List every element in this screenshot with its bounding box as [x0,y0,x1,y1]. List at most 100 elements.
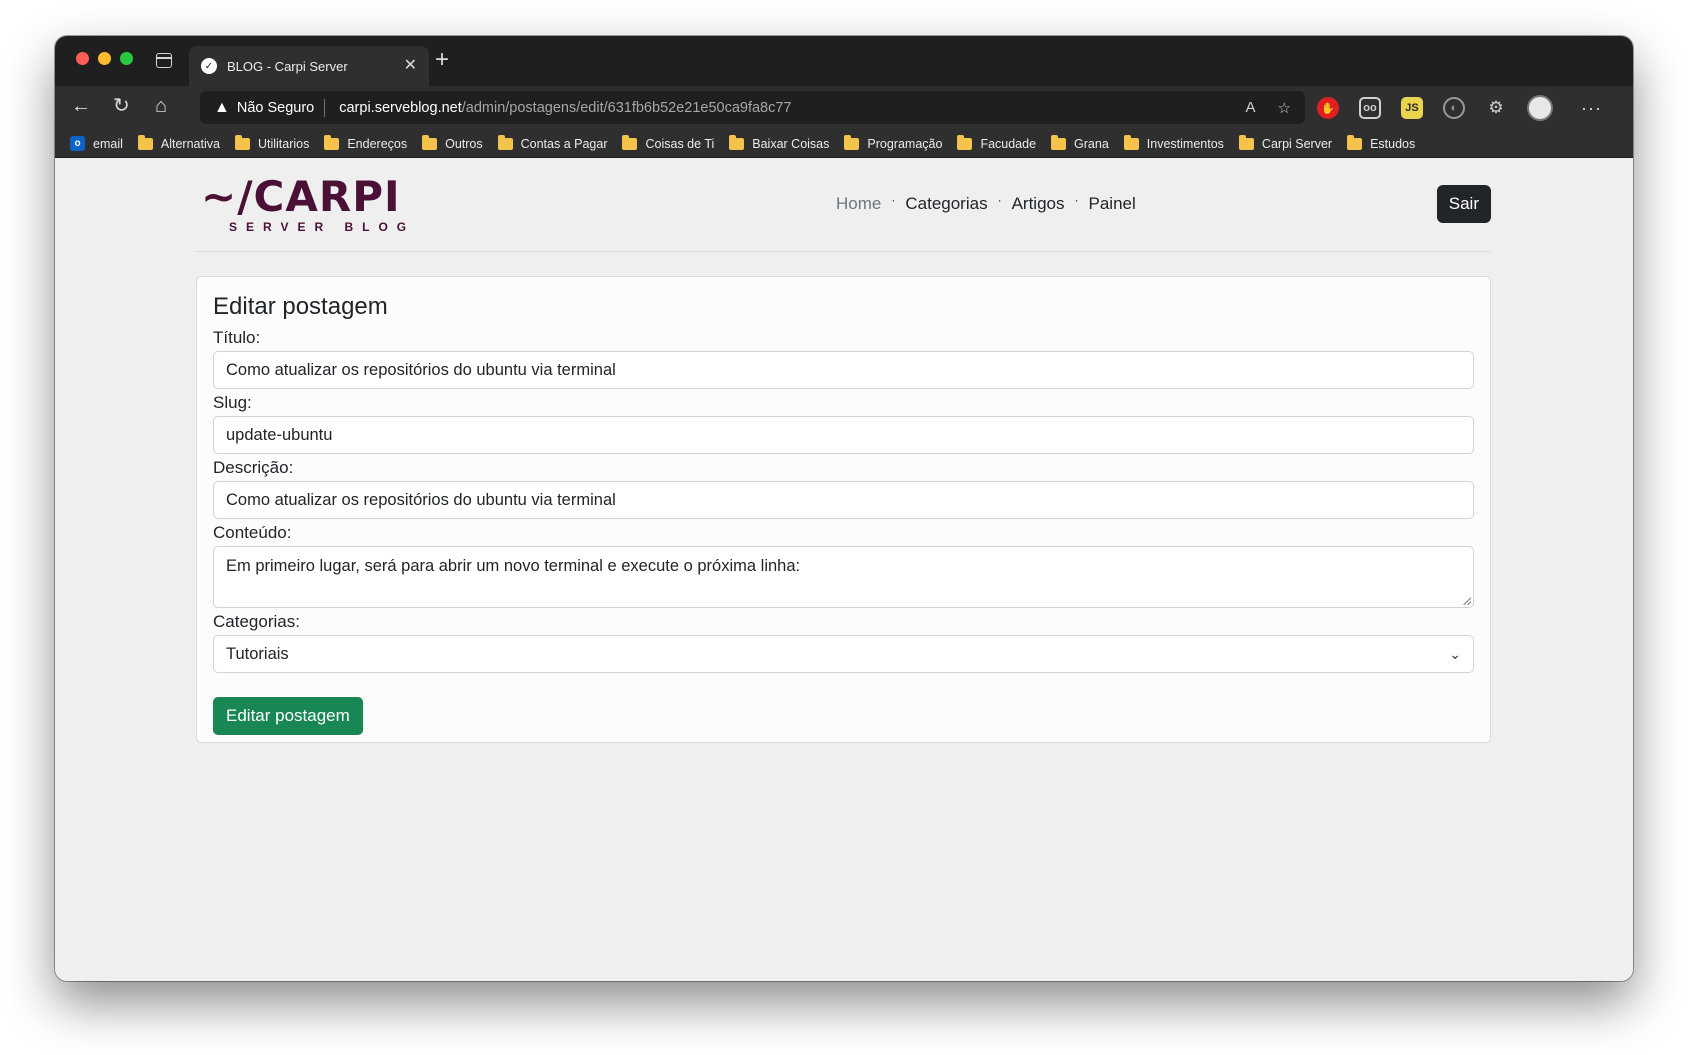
bookmark-enderecos[interactable]: Endereços [324,134,408,151]
bookmark-email[interactable]: o email [70,136,123,151]
back-arrow-icon[interactable]: ← [71,96,91,116]
bookmark-label: Alternativa [160,136,220,151]
folder-icon [1051,134,1067,150]
bookmark-label: Investimentos [1146,136,1224,151]
tab-title: BLOG - Carpi Server [227,58,348,74]
bookmark-label: Endereços [347,136,408,151]
slug-input[interactable]: update-ubuntu [213,416,1474,454]
site-nav: Home · Categorias · Artigos · Painel [836,193,1136,214]
more-menu-icon[interactable]: ··· [1581,98,1602,119]
nav-artigos-link[interactable]: Artigos [1012,194,1065,214]
adblock-extension-icon[interactable]: ✋ [1317,97,1339,119]
page-container: ~/CARPI SERVER BLOG Home · Categorias · … [196,158,1491,743]
bookmark-label: Utilitarios [257,136,310,151]
security-status[interactable]: Não Seguro [237,100,314,116]
warning-icon: ▲ [214,98,230,116]
folder-icon [622,134,638,150]
home-icon[interactable]: ⌂ [155,96,167,116]
tab-actions-icon[interactable] [156,53,172,68]
address-divider [324,98,326,117]
folder-icon [729,134,745,150]
site-header: ~/CARPI SERVER BLOG Home · Categorias · … [196,158,1491,252]
conteudo-text: Em primeiro lugar, será para abrir um no… [226,557,801,575]
bookmark-facudade[interactable]: Facudade [957,134,1037,151]
folder-icon [137,134,153,150]
new-tab-icon[interactable]: + [435,48,449,72]
window-controls [76,52,133,65]
bookmark-investimentos[interactable]: Investimentos [1123,134,1224,151]
categorias-selected-value: Tutoriais [226,644,289,663]
resize-handle-icon[interactable] [1463,597,1471,605]
bookmark-contas-a-pagar[interactable]: Contas a Pagar [497,134,607,151]
extension-grey-icon[interactable]: oo [1359,97,1381,119]
bookmark-label: Grana [1074,136,1109,151]
url-host: carpi.serveblog.net [339,99,462,116]
profile-avatar[interactable] [1527,95,1553,121]
titulo-input[interactable]: Como atualizar os repositórios do ubuntu… [213,351,1474,389]
bookmark-label: Outros [445,136,483,151]
outlook-icon: o [70,136,85,151]
url-path: /admin/postagens/edit/631fb6b52e21e50ca9… [461,99,792,116]
nav-separator: · [1074,193,1079,207]
titulo-label: Título: [213,328,261,347]
browser-toolbar: ← ↻ ⌂ ▲ Não Seguro carpi.serveblog.net /… [55,86,1633,130]
folder-icon [324,134,340,150]
folder-icon [1238,134,1254,150]
js-extension-icon[interactable]: JS [1401,97,1423,119]
add-favorite-icon[interactable]: ☆ [1278,99,1291,117]
close-window-button[interactable] [76,52,89,65]
logout-button[interactable]: Sair [1436,185,1491,223]
slug-label: Slug: [213,393,252,412]
browser-window: ✓ BLOG - Carpi Server ✕ + ← ↻ ⌂ ▲ Não Se… [55,36,1633,981]
bookmark-label: Baixar Coisas [752,136,830,151]
folder-icon [422,134,438,150]
address-bar[interactable]: ▲ Não Seguro carpi.serveblog.net /admin/… [200,91,1305,124]
logo-main-text: ~/CARPI [201,172,401,221]
bookmark-label: Carpi Server [1261,136,1333,151]
edit-post-card: Editar postagem Título: Como atualizar o… [196,276,1491,743]
minimize-window-button[interactable] [98,52,111,65]
nav-painel-link[interactable]: Painel [1089,194,1136,214]
reload-icon[interactable]: ↻ [113,96,130,116]
close-tab-icon[interactable]: ✕ [404,58,417,74]
categorias-select[interactable]: Tutoriais ⌄ [213,635,1474,673]
bookmarks-bar: o email Alternativa Utilitarios Endereços… [55,130,1633,158]
tab-bar: ✓ BLOG - Carpi Server ✕ + [55,36,1633,86]
folder-icon [844,134,860,150]
folder-icon [957,134,973,150]
bookmark-utilitarios[interactable]: Utilitarios [234,134,310,151]
bookmark-coisas-de-ti[interactable]: Coisas de Ti [622,134,715,151]
edit-post-submit-button[interactable]: Editar postagem [213,697,363,735]
folder-icon [1123,134,1139,150]
folder-icon [1347,134,1363,150]
page-content: ~/CARPI SERVER BLOG Home · Categorias · … [55,158,1633,981]
bookmark-programacao[interactable]: Programação [844,134,943,151]
folder-icon [234,134,250,150]
conteudo-textarea[interactable]: Em primeiro lugar, será para abrir um no… [213,546,1474,608]
nav-home-link[interactable]: Home [836,194,881,214]
site-logo[interactable]: ~/CARPI SERVER BLOG [201,172,415,235]
folder-icon [497,134,513,150]
maximize-window-button[interactable] [120,52,133,65]
bookmark-alternativa[interactable]: Alternativa [137,134,220,151]
nav-categorias-link[interactable]: Categorias [905,194,987,214]
bookmark-baixar-coisas[interactable]: Baixar Coisas [729,134,830,151]
descricao-label: Descrição: [213,458,294,477]
tab-blog[interactable]: ✓ BLOG - Carpi Server ✕ [189,46,429,86]
read-aloud-icon[interactable]: A [1246,99,1256,117]
conteudo-label: Conteúdo: [213,523,292,542]
card-title: Editar postagem [213,293,388,320]
bookmark-label: Facudade [980,136,1037,151]
chevron-down-icon: ⌄ [1449,645,1461,662]
descricao-input[interactable]: Como atualizar os repositórios do ubuntu… [213,481,1474,519]
bookmark-estudos[interactable]: Estudos [1347,134,1415,151]
bookmark-grana[interactable]: Grana [1051,134,1109,151]
bookmark-label: Programação [867,136,943,151]
extension-circle-icon[interactable]: ◐ [1443,97,1465,119]
bookmark-carpi-server[interactable]: Carpi Server [1238,134,1333,151]
bookmark-outros[interactable]: Outros [422,134,483,151]
nav-separator: · [891,193,896,207]
bookmark-label: Coisas de Ti [645,136,715,151]
extensions-bar: ✋ oo JS ◐ ⚙ ··· [1317,95,1602,121]
extensions-puzzle-icon[interactable]: ⚙ [1485,97,1507,119]
